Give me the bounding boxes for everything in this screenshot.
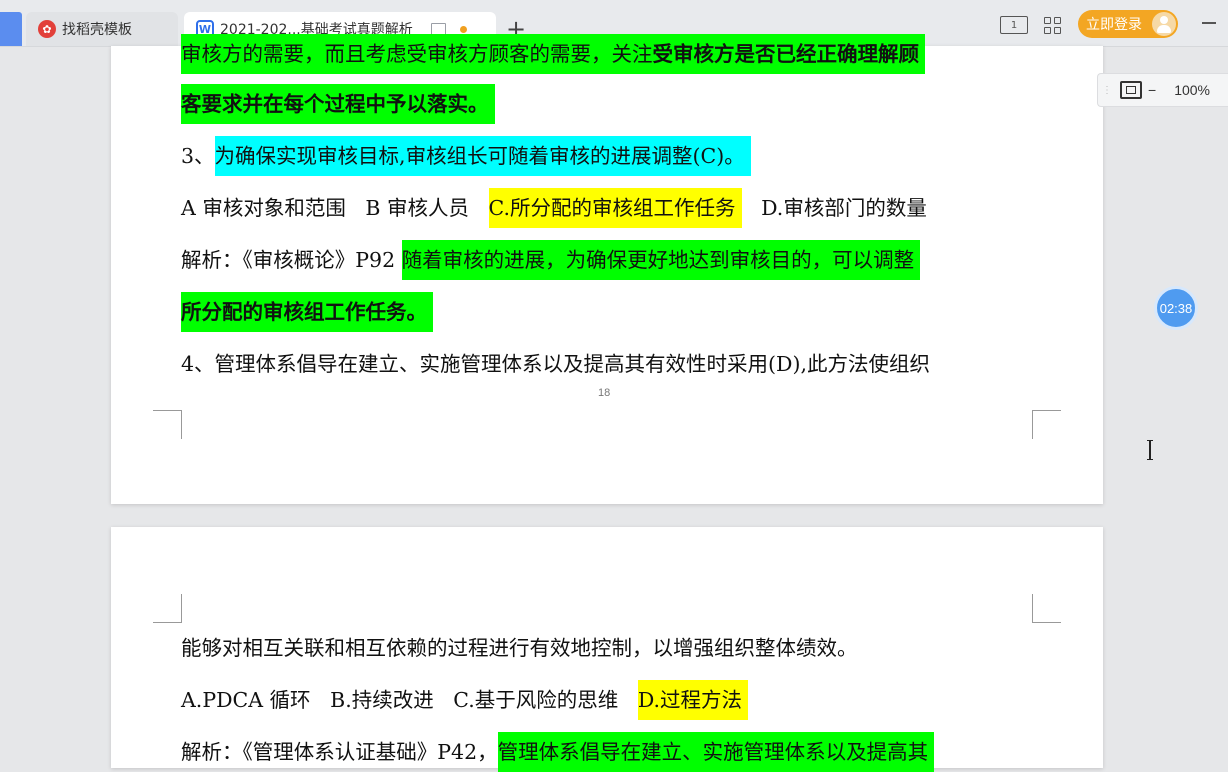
text-line: 审核方的需要，而且考虑受审核方顾客的需要，关注受审核方是否已经正确理解顾 [181,34,925,74]
recording-timer[interactable]: 02:38 [1154,286,1198,330]
unsaved-dot-icon [459,25,467,33]
minimize-icon[interactable] [1202,22,1216,24]
fit-page-icon[interactable] [1120,81,1142,99]
document-page-19: 能够对相互关联和相互依赖的过程进行有效地控制，以增强组织整体绩效。 A.PDCA… [111,527,1103,772]
apps-grid-button[interactable] [1044,12,1061,38]
tab-daoke-templates[interactable]: ✿ 找稻壳模板 [26,12,178,46]
zoom-control: ⋮ − 100% [1097,73,1228,107]
drag-handle-icon[interactable]: ⋮ [1102,85,1112,96]
home-tab-accent[interactable] [0,12,22,46]
text-line: 客要求并在每个过程中予以落实。 [181,84,495,124]
grid-icon [1044,16,1061,34]
question-3-analysis-cont: 所分配的审核组工作任务。 [181,292,433,332]
page-view-button[interactable]: 1 [1000,12,1028,38]
question-4-analysis: 解析：《管理体系认证基础》P42，管理体系倡导在建立、实施管理体系以及提高其 [181,732,935,772]
page-view-icon: 1 [1000,16,1028,34]
login-label: 立即登录 [1086,17,1142,33]
question-4: 4、管理体系倡导在建立、实施管理体系以及提高其有效性时采用(D),此方法使组织 [181,352,930,376]
crop-mark [153,410,182,439]
question-4-options: A.PDCA 循环 B.持续改进 C.基于风险的思维 D.过程方法 [181,680,749,720]
crop-mark [1032,410,1061,439]
page-number: 18 [598,387,611,399]
text-cursor-icon [1147,440,1153,460]
crop-mark [153,594,182,623]
crop-mark [1032,594,1061,623]
document-page-18: 审核方的需要，而且考虑受审核方顾客的需要，关注受审核方是否已经正确理解顾 客要求… [111,34,1103,504]
question-3: 3、为确保实现审核目标,审核组长可随着审核的进展调整(C)。 [181,136,751,176]
tab-label: 找稻壳模板 [62,22,132,38]
avatar-icon [1152,12,1176,36]
daoke-logo-icon: ✿ [38,20,56,38]
question-3-options: A 审核对象和范围 B 审核人员 C.所分配的审核组工作任务 D.审核部门的数量 [181,188,927,228]
question-3-analysis: 解析：《审核概论》P92 随着审核的进展，为确保更好地达到审核目的，可以调整 [181,240,921,280]
login-button[interactable]: 立即登录 [1078,10,1178,38]
zoom-out-button[interactable]: − [1148,82,1156,98]
text-line: 能够对相互关联和相互依赖的过程进行有效地控制，以增强组织整体绩效。 [181,636,858,660]
zoom-level[interactable]: 100% [1174,82,1210,98]
